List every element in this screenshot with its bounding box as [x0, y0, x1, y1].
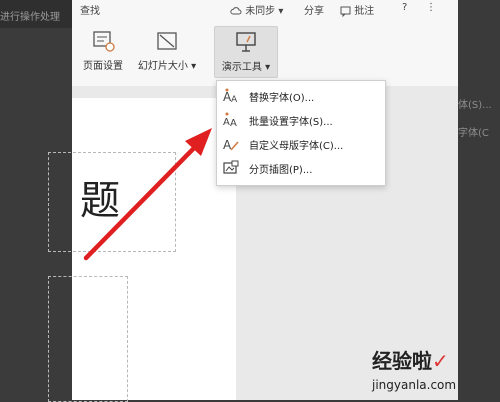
- watermark: 经验啦✓ jingyanla.com: [372, 345, 456, 392]
- watermark-cn: 经验啦✓: [372, 349, 449, 373]
- red-arrow-annotation: [83, 128, 212, 261]
- watermark-url: jingyanla.com: [372, 378, 457, 392]
